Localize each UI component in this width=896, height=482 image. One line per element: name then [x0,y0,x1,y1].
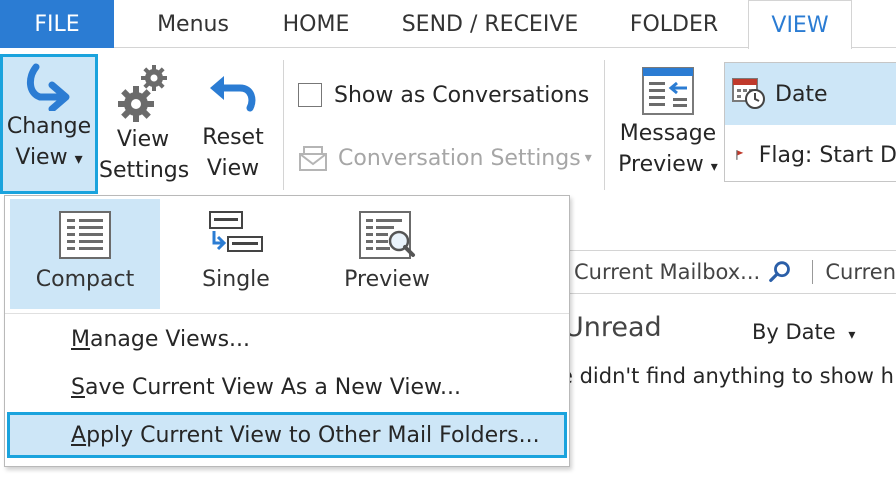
tab-menus[interactable]: Menus [138,0,248,48]
save-view-label: ave Current View As a New View... [84,374,461,400]
tab-file-label: FILE [34,11,80,37]
preview-view-icon [359,211,415,259]
checkbox-box[interactable] [298,83,322,107]
message-preview-icon [642,67,694,115]
reset-view-button[interactable]: Reset View [196,62,270,196]
search-scope-divider [812,260,814,284]
compact-view-icon [59,211,111,259]
tab-send-receive-label: SEND / RECEIVE [401,11,579,37]
ribbon-tab-bar: FILE Menus HOME SEND / RECEIVE FOLDER VI… [0,0,896,49]
tab-view-label: VIEW [771,12,829,38]
tab-menus-label: Menus [157,11,229,37]
tab-home-label: HOME [282,11,350,37]
view-settings-label-line2: Settings [99,158,190,183]
apply-view-label: pply Current View to Other Mail Folders.… [86,422,540,448]
tab-file[interactable]: FILE [0,0,114,48]
chevron-down-icon: ▾ [848,327,856,343]
show-as-conversations-label: Show as Conversations [334,82,590,108]
menu-item-apply-current-view[interactable]: Apply Current View to Other Mail Folders… [7,412,567,458]
conversation-settings-button[interactable]: Conversation Settings ▾ [298,142,592,174]
manage-views-label: anage Views... [89,326,251,352]
tab-home[interactable]: HOME [268,0,364,48]
show-as-conversations-checkbox[interactable]: Show as Conversations [298,80,589,110]
tab-send-receive[interactable]: SEND / RECEIVE [394,0,586,48]
sort-by-date-label: By Date [752,320,836,344]
change-view-dropdown: Compact Single Preview M anage Views... … [4,195,570,467]
view-option-preview[interactable]: Preview [313,199,461,309]
save-view-accel: S [71,374,85,400]
arrangement-gallery: Date Flag: Start D [724,62,896,182]
empty-list-message: e didn't find anything to show h [560,364,894,388]
change-view-label-line1: Change [6,114,92,139]
tab-folder-label: FOLDER [629,11,719,37]
ribbon-separator [283,60,284,190]
manage-views-accel: M [71,326,90,352]
chevron-down-icon: ▾ [710,159,718,175]
view-option-compact[interactable]: Compact [10,199,160,309]
search-scope-next[interactable]: Curren [825,260,896,284]
view-option-single-label: Single [202,267,270,292]
reset-view-label-line1: Reset [202,125,264,150]
arrangement-flag-start[interactable]: Flag: Start D [725,127,896,183]
menu-item-manage-views[interactable]: Manage Views... [7,316,567,362]
search-scope-bar: Current Mailbox... Curren [562,250,896,294]
apply-view-accel: A [71,422,87,448]
change-view-label-line2: View [15,145,68,170]
menu-separator [5,313,569,314]
message-preview-label-line1: Message [619,121,717,146]
view-option-compact-label: Compact [35,267,135,292]
arrangement-date-label: Date [775,81,828,107]
reset-view-label-line2: View [206,156,260,181]
view-gallery: Compact Single Preview [5,196,569,312]
view-settings-label-line1: View [116,127,170,152]
conversation-settings-label: Conversation Settings [338,145,581,171]
arrangement-flag-start-label: Flag: Start D [758,142,896,168]
view-option-preview-label: Preview [344,267,430,292]
view-option-single[interactable]: Single [162,199,310,309]
single-view-icon [209,211,263,252]
search-icon[interactable] [768,259,792,285]
tab-view[interactable]: VIEW [748,0,852,49]
message-preview-button[interactable]: Message Preview ▾ [616,62,720,196]
arrangement-date[interactable]: Date [725,63,896,125]
ribbon-separator [604,60,605,190]
change-view-icon [27,63,70,111]
search-scope-current-mailbox[interactable]: Current Mailbox... [574,260,760,284]
message-preview-label-line2: Preview [618,152,704,177]
chevron-down-icon: ▾ [74,149,83,168]
gear-icon [118,65,167,122]
undo-icon [210,76,256,112]
calendar-clock-icon [732,78,765,109]
sort-by-date[interactable]: By Date ▾ [752,320,855,344]
change-view-button[interactable]: Change View ▾ [0,54,98,194]
chevron-down-icon: ▾ [584,150,592,166]
tab-folder[interactable]: FOLDER [618,0,730,48]
menu-item-save-current-view[interactable]: Save Current View As a New View... [7,364,567,410]
flag-icon [736,150,744,160]
view-settings-button[interactable]: View Settings [99,62,190,196]
filter-unread[interactable]: Unread [564,312,662,343]
envelope-gear-icon [299,146,327,171]
